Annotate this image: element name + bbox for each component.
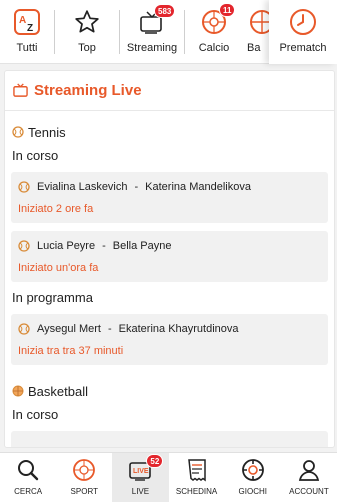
sport-header-tennis[interactable]: Tennis (5, 124, 334, 140)
event-participants: Lucia Peyre - Bella Payne (18, 240, 321, 252)
tab-streaming[interactable]: 583 Streaming (120, 0, 184, 64)
event-card[interactable]: Evialina Laskevich - Katerina Mandelikov… (11, 172, 328, 223)
nav-account[interactable]: ACCOUNT (281, 453, 337, 502)
betslip-icon (182, 457, 212, 483)
event-time: Inizia tra tra 37 minuti (18, 345, 124, 357)
live-tv-icon: LIVE 52 (125, 454, 164, 483)
nav-sport[interactable]: SPORT (56, 453, 112, 502)
nav-label: ACCOUNT (289, 487, 329, 496)
tab-label: Streaming (126, 42, 178, 54)
streaming-live-panel: Streaming Live Tennis In corso Evialina … (4, 70, 335, 448)
tennis-ball-icon (18, 240, 30, 252)
prematch-label: Prematch (279, 42, 327, 54)
live-count-badge: 52 (146, 454, 164, 468)
group-state-label: In corso (12, 407, 59, 422)
nav-giochi[interactable]: GIOCHI (225, 453, 281, 502)
sport-name: Tennis (28, 124, 66, 140)
home-player: Lucia Peyre (37, 240, 96, 252)
svg-text:LIVE: LIVE (133, 468, 149, 475)
nav-label: LIVE (131, 487, 150, 496)
tennis-ball-icon (12, 126, 24, 138)
user-icon (294, 457, 324, 483)
prematch-button[interactable]: Prematch (269, 0, 337, 64)
group-state-label: In corso (12, 148, 59, 163)
event-participants: Aysegul Mert - Ekaterina Khayrutdinova (18, 323, 321, 335)
az-icon: AZ (12, 7, 42, 37)
tennis-ball-icon (18, 323, 30, 335)
tab-label: Calcio (198, 42, 230, 54)
event-card[interactable]: Lucia Peyre - Bella Payne Iniziato un'or… (11, 231, 328, 282)
star-icon (72, 7, 102, 37)
away-player: Bella Payne (112, 240, 172, 252)
nav-label: SCHEDINA (175, 487, 218, 496)
sport-name: Basketball (28, 383, 88, 399)
sport-header-basketball[interactable]: Basketball (5, 383, 334, 399)
app-root: AZ Tutti Top 583 Streaming 11 Calcio Ba … (0, 0, 337, 502)
separator: - (134, 181, 139, 193)
away-player: Katerina Mandelikova (145, 181, 251, 193)
sport-filter-bar: AZ Tutti Top 583 Streaming 11 Calcio Ba … (0, 0, 337, 64)
nav-label: CERCA (14, 487, 43, 496)
tab-top[interactable]: Top (55, 0, 119, 64)
tennis-ball-icon (18, 181, 30, 193)
event-time: Iniziato un'ora fa (18, 262, 99, 274)
separator: - (102, 240, 106, 252)
soccer-ball-icon: 11 (199, 3, 236, 37)
tab-label: Tutti (16, 42, 38, 54)
section-header: Streaming Live (5, 71, 334, 111)
tab-calcio[interactable]: 11 Calcio (185, 0, 243, 64)
svg-text:A: A (19, 15, 26, 26)
nav-label: SPORT (70, 487, 98, 496)
group-state-label: In programma (12, 290, 93, 305)
nav-label: GIOCHI (238, 487, 267, 496)
nav-live[interactable]: LIVE 52 LIVE (112, 453, 169, 502)
nav-cerca[interactable]: CERCA (0, 453, 56, 502)
separator: - (108, 323, 112, 335)
games-icon (238, 457, 268, 483)
home-player: Evialina Laskevich (37, 181, 128, 193)
soccer-ball-icon (69, 457, 99, 483)
streaming-count-badge: 583 (154, 4, 176, 18)
event-time: Iniziato 2 ore fa (18, 203, 94, 215)
calcio-count-badge: 11 (219, 3, 236, 17)
event-card[interactable] (11, 431, 328, 447)
svg-text:Z: Z (27, 23, 33, 34)
event-card[interactable]: Aysegul Mert - Ekaterina Khayrutdinova I… (11, 314, 328, 365)
tab-label: Ba (247, 42, 261, 54)
tab-tutti[interactable]: AZ Tutti (0, 0, 54, 64)
basketball-icon (12, 385, 24, 397)
away-player: Ekaterina Khayrutdinova (118, 323, 239, 335)
nav-schedina[interactable]: SCHEDINA (169, 453, 225, 502)
tv-icon: 583 (137, 4, 176, 37)
tab-label: Top (78, 42, 96, 54)
clock-icon (288, 7, 318, 37)
home-player: Aysegul Mert (37, 323, 101, 335)
tv-icon (13, 83, 28, 97)
bottom-nav: CERCA SPORT LIVE 52 LIVE SCHEDINA GIOCHI… (0, 452, 337, 502)
search-icon (13, 457, 43, 483)
page-title: Streaming Live (34, 82, 142, 99)
event-participants: Evialina Laskevich - Katerina Mandelikov… (18, 181, 321, 193)
